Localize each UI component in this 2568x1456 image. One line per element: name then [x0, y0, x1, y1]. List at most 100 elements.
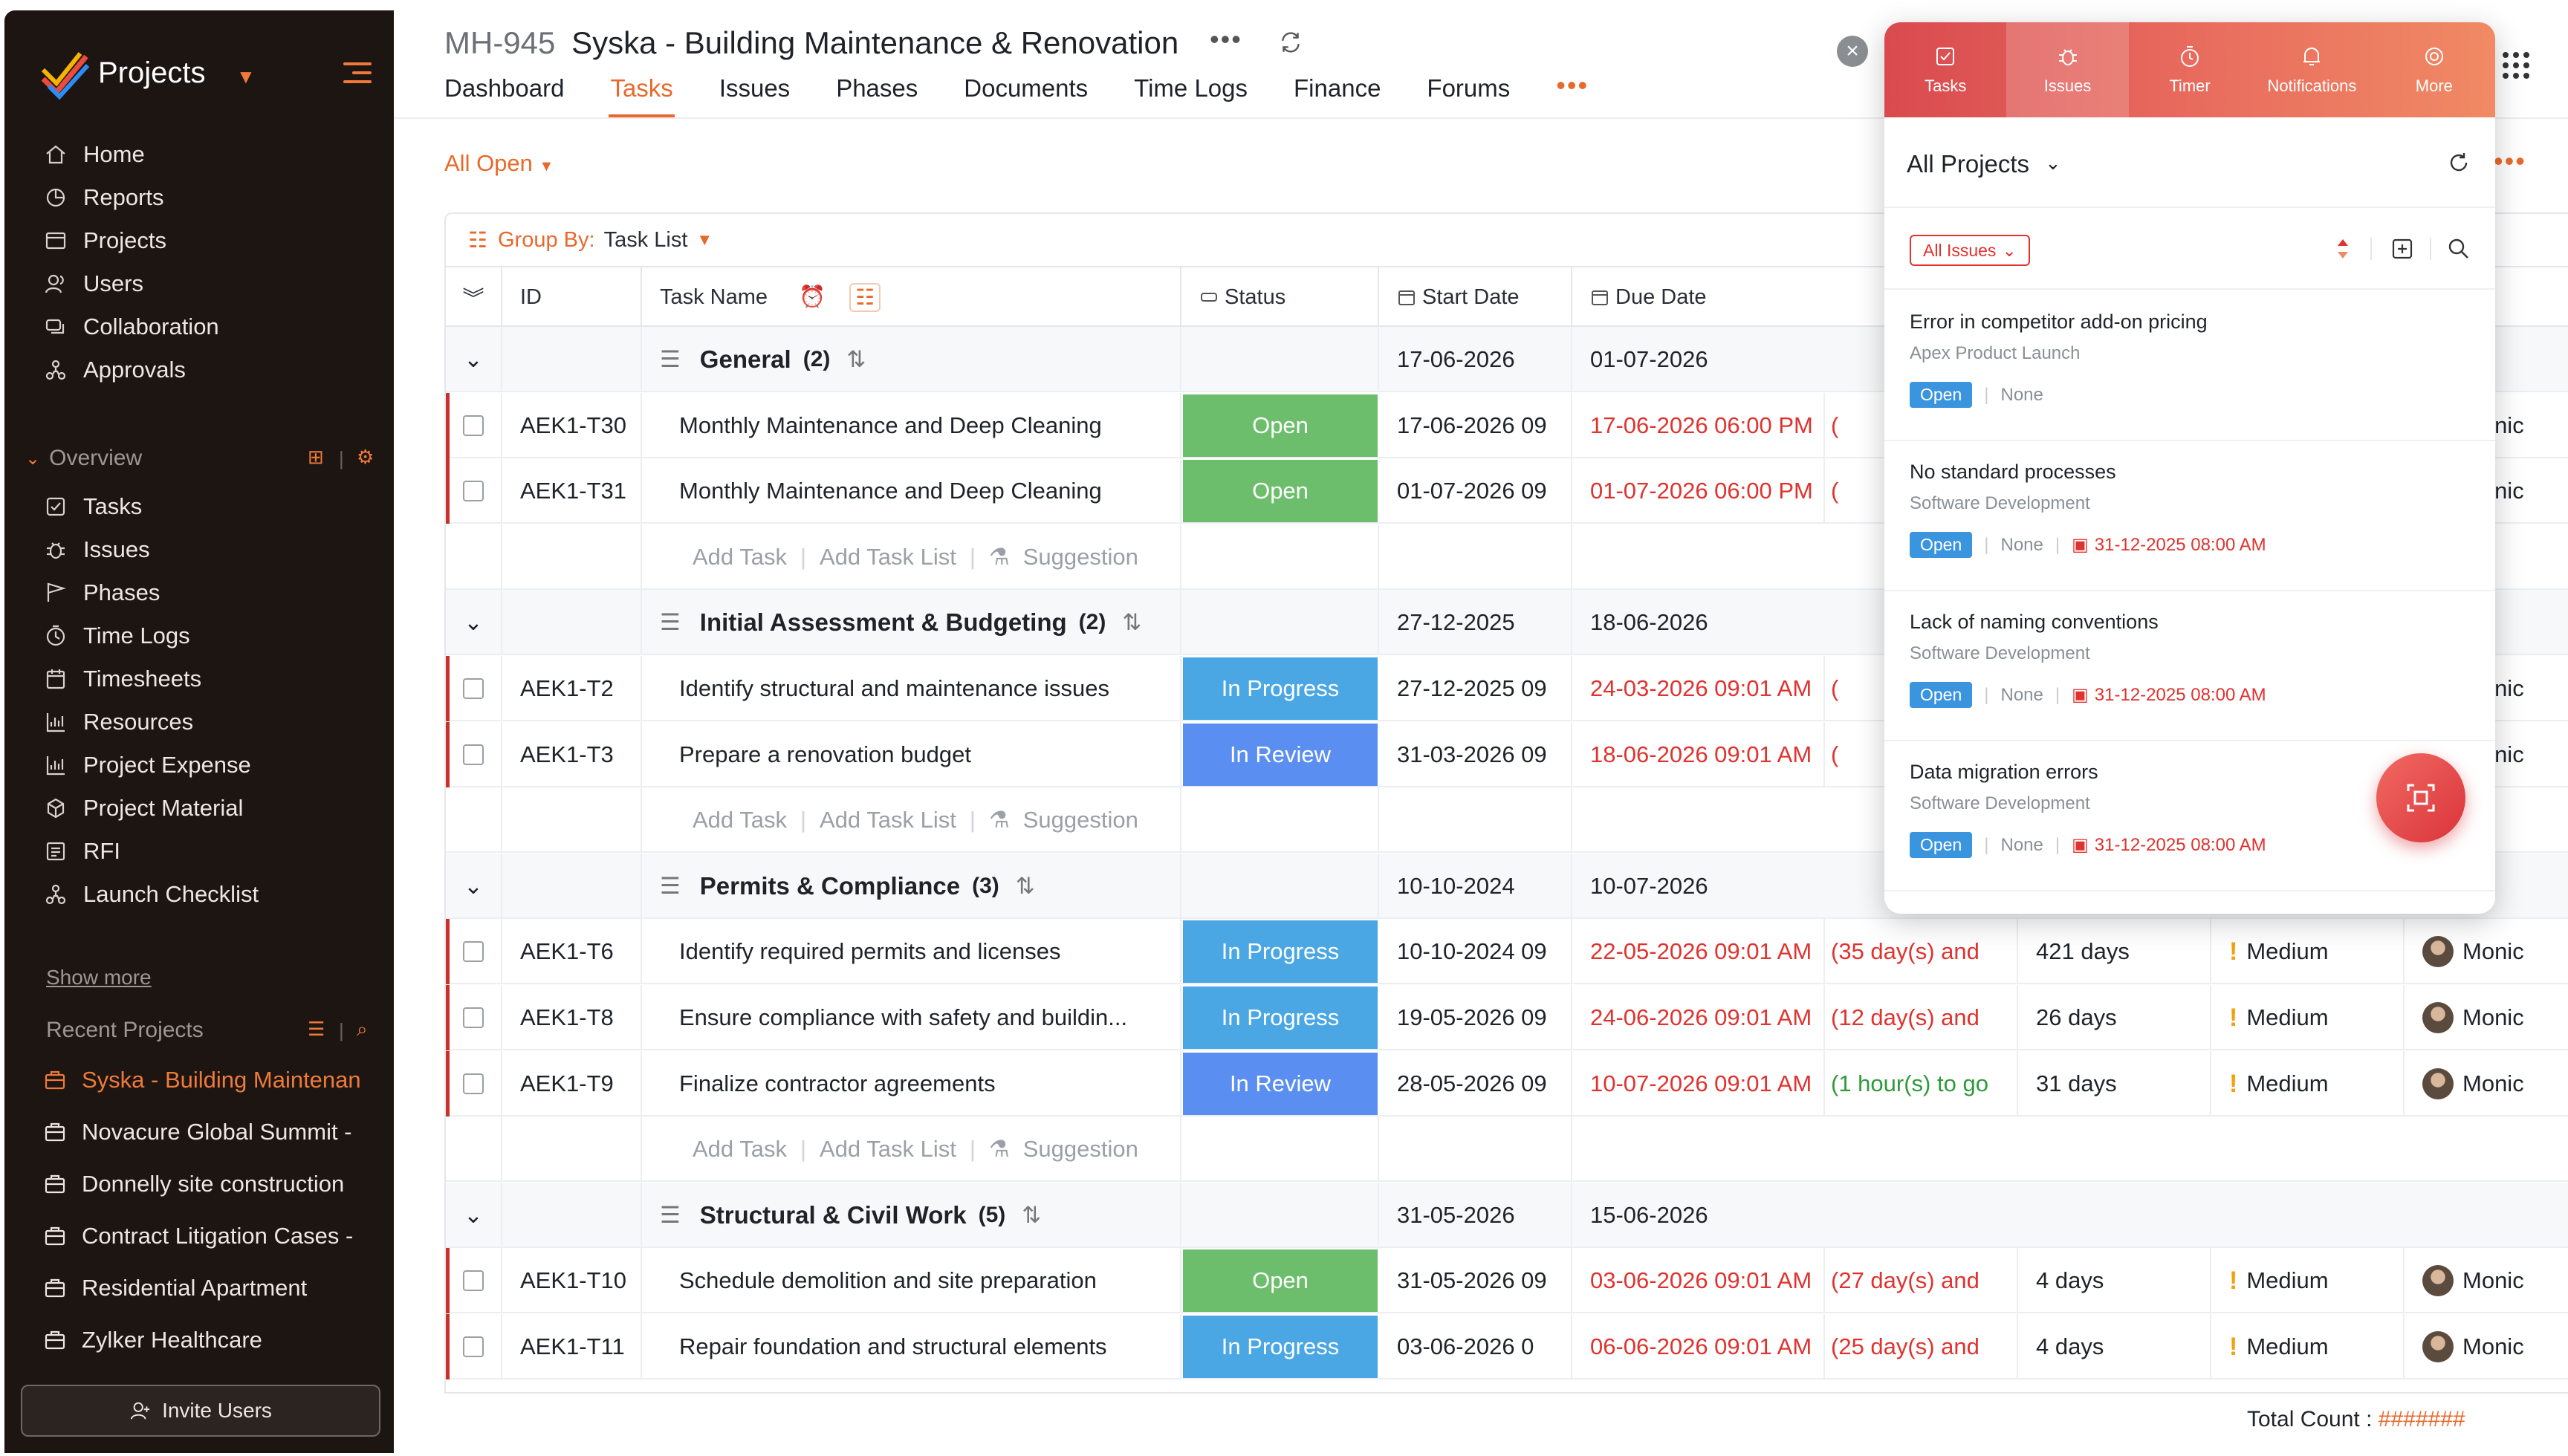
row-checkbox[interactable]	[463, 415, 484, 436]
sort-icon[interactable]: ⇅	[846, 346, 866, 373]
recent-search-icon[interactable]: ⌕	[357, 1018, 368, 1041]
task-id[interactable]: AEK1-T2	[502, 656, 642, 721]
task-name[interactable]: Identify required permits and licenses	[642, 919, 1181, 984]
table-row[interactable]: AEK1-T8 Ensure compliance with safety and…	[446, 985, 2568, 1050]
tab-tasks[interactable]: Tasks	[609, 74, 675, 117]
nav-resources[interactable]: Resources	[43, 701, 193, 743]
projects-logo-icon[interactable]	[39, 49, 91, 101]
task-list-group-row[interactable]: ⌄ ☰ Structural & Civil Work (5) ⇅ 31-05-2026 1…	[446, 1183, 2568, 1248]
panel-tab-timer[interactable]: Timer	[2129, 22, 2251, 117]
task-name[interactable]: Repair foundation and structural element…	[642, 1314, 1181, 1379]
task-name[interactable]: Identify structural and maintenance issu…	[642, 656, 1181, 721]
capture-button[interactable]	[2376, 753, 2465, 842]
row-checkbox[interactable]	[463, 678, 484, 699]
issue-title[interactable]: No standard processes	[1910, 461, 2116, 484]
overview-add-icon[interactable]: ⊞	[308, 446, 324, 469]
status-badge[interactable]: In Progress	[1183, 920, 1378, 983]
nav-rfi[interactable]: RFI	[43, 831, 120, 872]
recent-project-item[interactable]: Residential Apartment	[43, 1267, 370, 1309]
chevron-down-icon[interactable]: ⌄	[2045, 152, 2061, 175]
nav-issues[interactable]: Issues	[43, 529, 150, 571]
row-select[interactable]	[446, 1314, 502, 1379]
task-start-date[interactable]: 19-05-2026 09	[1379, 985, 1572, 1050]
column-id[interactable]: ID	[502, 267, 642, 327]
task-name[interactable]: Monthly Maintenance and Deep Cleaning	[642, 458, 1181, 524]
row-checkbox[interactable]	[463, 1336, 484, 1357]
group-name[interactable]: Structural & Civil Work	[700, 1201, 967, 1229]
task-priority[interactable]: ! Medium	[2211, 1314, 2405, 1379]
task-id[interactable]: AEK1-T8	[502, 985, 642, 1050]
column-status[interactable]: Status	[1181, 267, 1379, 327]
task-name[interactable]: Monthly Maintenance and Deep Cleaning	[642, 393, 1181, 458]
status-badge[interactable]: In Progress	[1183, 657, 1378, 720]
issue-title[interactable]: Data duplication	[1910, 911, 2054, 914]
status-badge[interactable]: In Progress	[1183, 1316, 1378, 1378]
task-name[interactable]: Schedule demolition and site preparation	[642, 1248, 1181, 1313]
chevron-down-icon[interactable]: ⌄	[446, 327, 502, 392]
tabs-more-icon[interactable]: •••	[1556, 70, 1589, 119]
status-badge[interactable]: Open	[1183, 460, 1378, 522]
menu-toggle-icon[interactable]	[343, 62, 372, 85]
task-id[interactable]: AEK1-T6	[502, 919, 642, 984]
row-select[interactable]	[446, 656, 502, 721]
tab-time-logs[interactable]: Time Logs	[1134, 74, 1248, 116]
status-badge[interactable]: In Review	[1183, 1053, 1378, 1115]
task-start-date[interactable]: 10-10-2024 09	[1379, 919, 1572, 984]
task-id[interactable]: AEK1-T30	[502, 393, 642, 458]
project-scope-dropdown[interactable]: All Projects	[1907, 150, 2029, 178]
row-select[interactable]	[446, 1248, 502, 1313]
tab-forums[interactable]: Forums	[1427, 74, 1510, 116]
invite-users-button[interactable]: Invite Users	[21, 1385, 380, 1437]
suggestion-link[interactable]: Suggestion	[1023, 1136, 1138, 1163]
table-row[interactable]: AEK1-T10 Schedule demolition and site pre…	[446, 1248, 2568, 1313]
nav-time-logs[interactable]: Time Logs	[43, 615, 190, 657]
table-row[interactable]: AEK1-T11 Repair foundation and structural…	[446, 1314, 2568, 1379]
tab-issues[interactable]: Issues	[719, 74, 790, 116]
tab-finance[interactable]: Finance	[1294, 74, 1381, 116]
project-more-icon[interactable]: •••	[1210, 24, 1242, 55]
chevron-down-icon[interactable]: ⌄	[446, 1183, 502, 1248]
task-priority[interactable]: ! Medium	[2211, 1051, 2405, 1117]
panel-tab-issues[interactable]: Issues	[2006, 22, 2129, 117]
issue-item[interactable]: Data duplication	[1884, 891, 2495, 914]
task-due-date[interactable]: 10-07-2026 09:01 AM	[1572, 1051, 1825, 1117]
task-start-date[interactable]: 27-12-2025 09	[1379, 656, 1572, 721]
task-name[interactable]: Ensure compliance with safety and buildi…	[642, 985, 1181, 1050]
task-id[interactable]: AEK1-T10	[502, 1248, 642, 1313]
recent-project-item[interactable]: Syska - Building Maintenan	[43, 1059, 370, 1101]
issue-title[interactable]: Error in competitor add-on pricing	[1910, 311, 2208, 334]
nav-launch-checklist[interactable]: Launch Checklist	[43, 874, 259, 915]
task-start-date[interactable]: 31-05-2026 09	[1379, 1248, 1572, 1313]
row-select[interactable]	[446, 393, 502, 458]
search-icon[interactable]	[2446, 236, 2471, 261]
sort-icon[interactable]	[2330, 236, 2355, 261]
recent-project-item[interactable]: Zylker Healthcare	[43, 1319, 370, 1361]
task-id[interactable]: AEK1-T9	[502, 1051, 642, 1117]
nav-reports[interactable]: Reports	[43, 177, 164, 218]
recent-project-item[interactable]: Contract Litigation Cases -	[43, 1215, 370, 1257]
issue-filter-dropdown[interactable]: All Issues ⌄	[1910, 235, 2030, 266]
row-checkbox[interactable]	[463, 744, 484, 765]
refresh-icon[interactable]	[2446, 150, 2471, 175]
task-owner[interactable]: Monic	[2405, 1248, 2568, 1313]
chevron-down-icon[interactable]: ⌄	[446, 590, 502, 655]
more-options-icon[interactable]: •••	[2494, 146, 2526, 177]
suggestion-link[interactable]: Suggestion	[1023, 807, 1138, 833]
show-more-link[interactable]: Show more	[46, 966, 152, 989]
row-select[interactable]	[446, 458, 502, 524]
recent-project-item[interactable]: Novacure Global Summit -	[43, 1111, 370, 1153]
nav-project-material[interactable]: Project Material	[43, 787, 243, 829]
recent-project-item[interactable]: Donnelly site construction	[43, 1163, 370, 1205]
status-badge[interactable]: Open	[1183, 394, 1378, 457]
task-due-date[interactable]: 03-06-2026 09:01 AM	[1572, 1248, 1825, 1313]
table-row[interactable]: AEK1-T6 Identify required permits and lic…	[446, 919, 2568, 984]
column-settings-icon[interactable]: ☷	[849, 282, 881, 312]
task-owner[interactable]: Monic	[2405, 985, 2568, 1050]
status-badge[interactable]: Open	[1183, 1249, 1378, 1312]
status-badge[interactable]: In Progress	[1183, 987, 1378, 1049]
task-start-date[interactable]: 28-05-2026 09	[1379, 1051, 1572, 1117]
issue-item[interactable]: Lack of naming conventions Software Devel…	[1884, 591, 2495, 741]
table-row[interactable]: AEK1-T9 Finalize contractor agreements In …	[446, 1051, 2568, 1117]
task-owner[interactable]: Monic	[2405, 919, 2568, 984]
app-title[interactable]: Projects	[98, 56, 206, 90]
